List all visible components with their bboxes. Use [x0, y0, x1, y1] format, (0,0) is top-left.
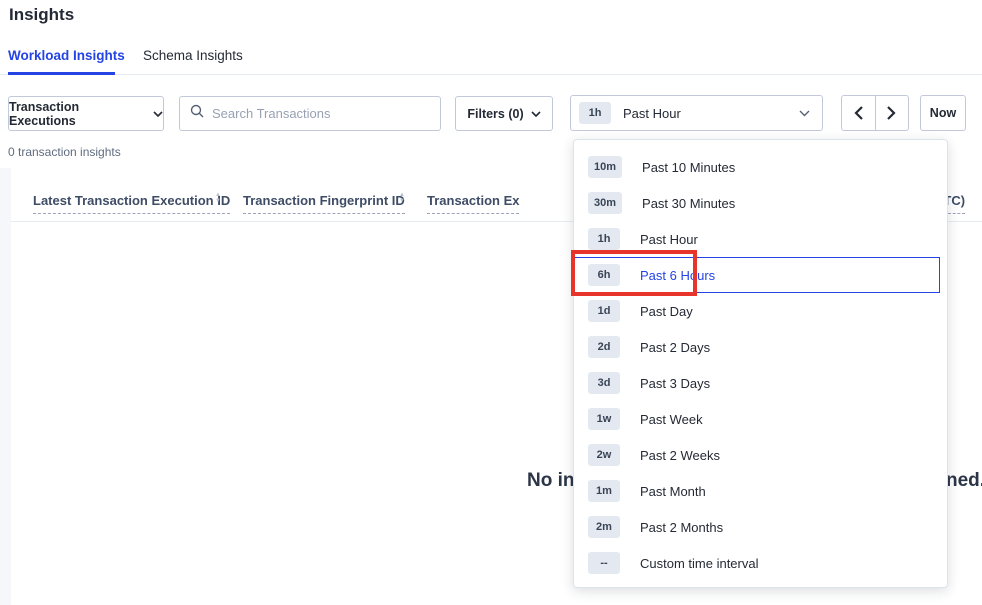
now-button-label: Now	[930, 106, 956, 120]
time-interval-picker[interactable]: 1h Past Hour	[570, 95, 823, 131]
time-option-2d[interactable]: 2d Past 2 Days	[574, 329, 947, 365]
time-option-label: Custom time interval	[640, 556, 758, 571]
time-option-3d[interactable]: 3d Past 3 Days	[574, 365, 947, 401]
time-option-1d[interactable]: 1d Past Day	[574, 293, 947, 329]
time-option-label: Past Hour	[640, 232, 698, 247]
search-box	[179, 96, 441, 131]
page-gutter	[0, 168, 11, 605]
transaction-type-select-label: Transaction Executions	[9, 100, 146, 128]
time-option-badge: 1w	[588, 408, 620, 430]
filters-button[interactable]: Filters (0)	[455, 96, 553, 131]
time-option-label: Past 6 Hours	[640, 268, 715, 283]
time-option-label: Past 10 Minutes	[642, 160, 735, 175]
insights-count: 0 transaction insights	[8, 145, 121, 159]
time-option-1m[interactable]: 1m Past Month	[574, 473, 947, 509]
time-option-30m[interactable]: 30m Past 30 Minutes	[574, 185, 947, 221]
time-interval-label: Past Hour	[623, 106, 681, 121]
time-option-1w[interactable]: 1w Past Week	[574, 401, 947, 437]
chevron-down-icon	[799, 110, 810, 117]
search-icon	[190, 104, 204, 123]
time-option-badge: 2m	[588, 516, 620, 538]
tab-schema-insights[interactable]: Schema Insights	[143, 48, 243, 63]
time-option-badge: 2w	[588, 444, 620, 466]
time-option-label: Past 2 Weeks	[640, 448, 720, 463]
empty-state-message-left: No in	[527, 470, 575, 492]
page-title: Insights	[9, 5, 74, 25]
time-option-badge: 3d	[588, 372, 620, 394]
time-option-2m[interactable]: 2m Past 2 Months	[574, 509, 947, 545]
sort-icon[interactable]: ▲▼	[213, 192, 223, 204]
previous-interval-button[interactable]	[842, 96, 876, 130]
time-option-badge: 10m	[588, 156, 622, 178]
time-option-10m[interactable]: 10m Past 10 Minutes	[574, 149, 947, 185]
chevron-down-icon	[153, 111, 163, 117]
time-option-label: Past Month	[640, 484, 706, 499]
chevron-left-icon	[854, 106, 863, 120]
sort-icon[interactable]: ▲▼	[397, 192, 407, 204]
active-tab-underline	[8, 72, 115, 75]
tab-workload-insights[interactable]: Workload Insights	[8, 48, 125, 63]
search-input[interactable]	[212, 106, 430, 121]
column-header-transaction-fingerprint-id[interactable]: Transaction Fingerprint ID	[243, 193, 405, 214]
time-option-custom[interactable]: -- Custom time interval	[574, 545, 947, 581]
tabs-bar: Workload Insights Schema Insights	[0, 44, 982, 75]
column-header-latest-transaction-execution-id[interactable]: Latest Transaction Execution ID	[33, 193, 230, 214]
now-button[interactable]: Now	[920, 95, 966, 131]
time-option-badge: 1m	[588, 480, 620, 502]
time-option-badge: 2d	[588, 336, 620, 358]
time-option-2w[interactable]: 2w Past 2 Weeks	[574, 437, 947, 473]
column-header-transaction-ex[interactable]: Transaction Ex	[427, 193, 519, 214]
time-option-badge: 1d	[588, 300, 620, 322]
insights-page: Insights Workload Insights Schema Insigh…	[0, 0, 982, 605]
next-interval-button[interactable]	[876, 96, 909, 130]
time-interval-badge: 1h	[579, 102, 611, 124]
time-option-badge: 1h	[588, 228, 620, 250]
time-range-nav	[841, 95, 909, 131]
time-option-label: Past Day	[640, 304, 693, 319]
time-option-badge: 6h	[588, 264, 620, 286]
time-option-badge: --	[588, 552, 620, 574]
chevron-right-icon	[887, 106, 896, 120]
time-interval-dropdown: 10m Past 10 Minutes 30m Past 30 Minutes …	[573, 139, 948, 588]
time-option-6h[interactable]: 6h Past 6 Hours	[574, 257, 940, 293]
empty-state-message-right: ned.	[946, 470, 982, 492]
time-option-label: Past 2 Months	[640, 520, 723, 535]
time-option-1h[interactable]: 1h Past Hour	[574, 221, 947, 257]
filters-button-label: Filters (0)	[467, 107, 523, 121]
time-option-label: Past 2 Days	[640, 340, 710, 355]
time-option-label: Past 30 Minutes	[642, 196, 735, 211]
time-option-label: Past 3 Days	[640, 376, 710, 391]
time-option-badge: 30m	[588, 192, 622, 214]
chevron-down-icon	[531, 111, 541, 117]
time-option-label: Past Week	[640, 412, 703, 427]
transaction-type-select[interactable]: Transaction Executions	[8, 96, 164, 131]
